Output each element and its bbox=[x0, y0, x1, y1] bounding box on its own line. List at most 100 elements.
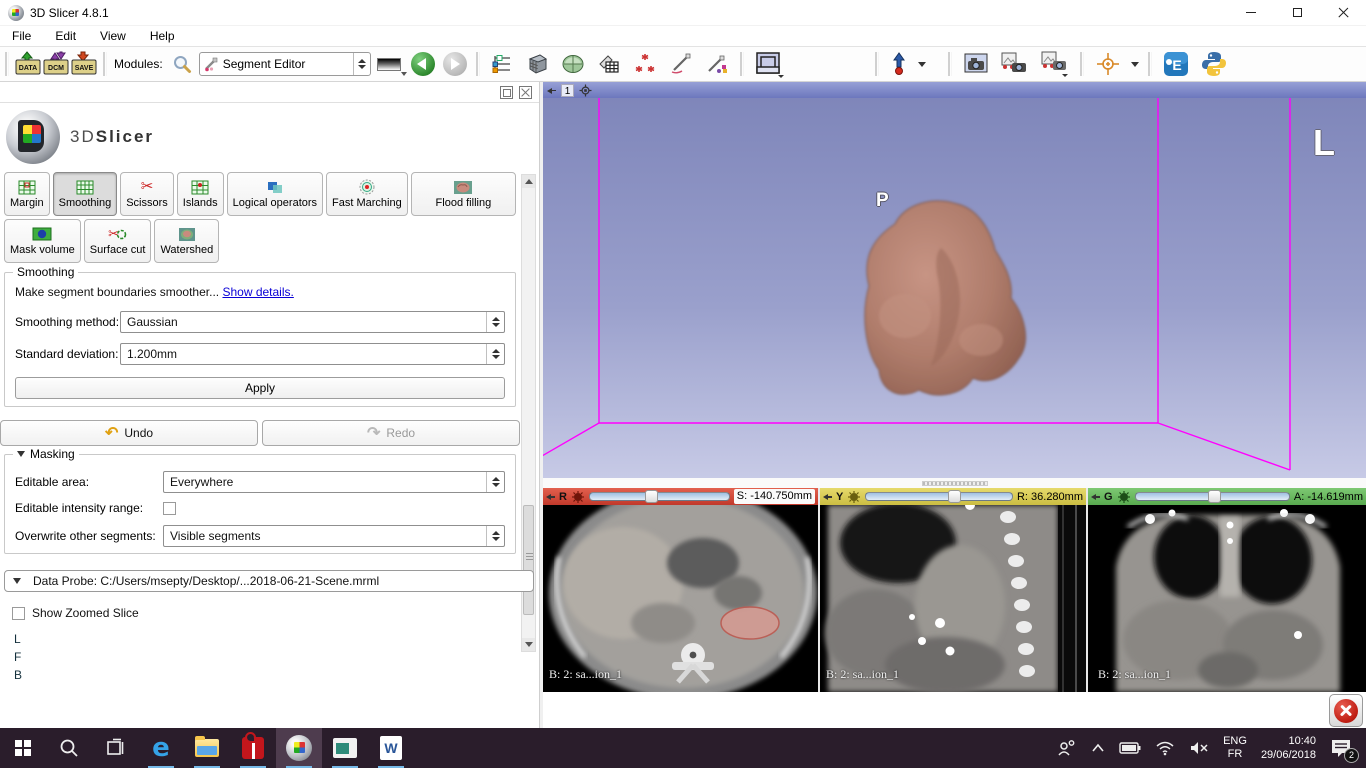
red-slice-controller[interactable]: R S: -140.750mm bbox=[543, 488, 818, 505]
scrollbar-thumb[interactable] bbox=[523, 505, 534, 615]
save-button[interactable]: SAVE bbox=[70, 49, 98, 79]
green-slice-offset-slider[interactable] bbox=[1135, 491, 1290, 502]
standard-deviation-spinbox[interactable]: 1.200mm bbox=[120, 343, 505, 365]
effect-logical-operators-button[interactable]: Logical operators bbox=[227, 172, 323, 216]
module-history-swatch-icon[interactable] bbox=[377, 58, 401, 71]
visibility-eye-icon[interactable] bbox=[571, 491, 585, 503]
module-selector-spinner[interactable] bbox=[353, 53, 370, 75]
taskbar-edge-button[interactable]: e bbox=[138, 728, 184, 768]
threed-view-controller-bar[interactable]: 1 bbox=[543, 82, 1366, 98]
menu-file[interactable]: File bbox=[0, 27, 43, 45]
taskbar-slicer-button[interactable] bbox=[276, 728, 322, 768]
taskbar-word-button[interactable]: W bbox=[368, 728, 414, 768]
slice-view-green[interactable]: G A: -14.619mm bbox=[1088, 488, 1366, 692]
editable-intensity-checkbox[interactable] bbox=[163, 502, 176, 515]
mouse-mode-dropdown-caret[interactable] bbox=[918, 62, 926, 67]
data-probe-header[interactable]: Data Probe: C:/Users/msepty/Desktop/...2… bbox=[4, 570, 534, 592]
taskbar-app-window-button[interactable] bbox=[322, 728, 368, 768]
effect-margin-button[interactable]: Margin bbox=[4, 172, 50, 216]
floating-close-button[interactable] bbox=[1329, 694, 1363, 727]
pin-icon[interactable] bbox=[823, 493, 832, 500]
effect-smoothing-button[interactable]: Smoothing bbox=[53, 172, 118, 216]
taskbar-file-explorer-button[interactable] bbox=[184, 728, 230, 768]
splitter-handle[interactable] bbox=[922, 481, 988, 486]
action-center-button[interactable]: 2 bbox=[1330, 738, 1352, 758]
menu-help[interactable]: Help bbox=[138, 27, 187, 45]
language-indicator[interactable]: ENG FR bbox=[1223, 735, 1247, 761]
minimize-button[interactable] bbox=[1228, 0, 1274, 26]
overwrite-segments-spinner[interactable] bbox=[486, 526, 504, 546]
close-button[interactable] bbox=[1320, 0, 1366, 26]
overwrite-segments-combo[interactable]: Visible segments bbox=[163, 525, 505, 547]
smoothing-method-combo[interactable]: Gaussian bbox=[120, 311, 505, 333]
editable-area-spinner[interactable] bbox=[486, 472, 504, 492]
sagittal-slice-viewport[interactable]: B: 2: sa...ion_1 bbox=[820, 505, 1086, 692]
effect-fast-marching-button[interactable]: Fast Marching bbox=[326, 172, 408, 216]
clock[interactable]: 10:40 29/06/2018 bbox=[1261, 734, 1316, 762]
slice-view-yellow[interactable]: Y R: 36.280mm bbox=[820, 488, 1086, 692]
screenshot-icon[interactable] bbox=[962, 51, 990, 77]
panel-undock-button[interactable] bbox=[500, 86, 513, 99]
masking-group-header[interactable]: Masking bbox=[13, 447, 79, 461]
scene-view-capture-icon[interactable] bbox=[1000, 51, 1030, 77]
volume-muted-icon[interactable] bbox=[1189, 740, 1209, 756]
crosshair-dropdown-caret[interactable] bbox=[1131, 62, 1139, 67]
show-details-link[interactable]: Show details. bbox=[222, 285, 293, 299]
editable-area-combo[interactable]: Everywhere bbox=[163, 471, 505, 493]
extensions-manager-icon[interactable]: E bbox=[1162, 50, 1190, 78]
start-button[interactable] bbox=[0, 728, 46, 768]
view-options-icon[interactable] bbox=[579, 84, 592, 97]
layout-selector-icon[interactable] bbox=[754, 50, 784, 78]
effect-surface-cut-button[interactable]: ✂ Surface cut bbox=[84, 219, 152, 263]
crop-volume-icon[interactable] bbox=[560, 51, 586, 77]
maximize-button[interactable] bbox=[1274, 0, 1320, 26]
redo-button[interactable]: ↷ Redo bbox=[262, 420, 520, 446]
menu-view[interactable]: View bbox=[88, 27, 138, 45]
red-slice-offset-slider[interactable] bbox=[589, 491, 730, 502]
wifi-icon[interactable] bbox=[1155, 740, 1175, 756]
smoothing-method-spinner[interactable] bbox=[486, 312, 504, 332]
slice-view-red[interactable]: R S: -140.750mm bbox=[543, 488, 818, 692]
scene-view-restore-icon[interactable] bbox=[1040, 50, 1070, 78]
battery-icon[interactable] bbox=[1119, 741, 1141, 755]
module-forward-button[interactable] bbox=[443, 52, 467, 76]
panel-close-button[interactable] bbox=[519, 86, 532, 99]
axial-slice-viewport[interactable]: B: 2: sa...ion_1 bbox=[543, 505, 818, 692]
subject-hierarchy-icon[interactable] bbox=[490, 52, 514, 76]
coronal-slice-viewport[interactable]: B: 2: sa...ion_1 bbox=[1088, 505, 1366, 692]
load-data-button[interactable]: DATA bbox=[14, 49, 42, 79]
pin-icon[interactable] bbox=[547, 87, 556, 94]
green-slice-controller[interactable]: G A: -14.619mm bbox=[1088, 488, 1366, 505]
apply-button[interactable]: Apply bbox=[15, 377, 505, 399]
markups-fiducials-icon[interactable] bbox=[632, 51, 658, 77]
module-selector[interactable]: Segment Editor bbox=[199, 52, 371, 76]
standard-deviation-spinner[interactable] bbox=[486, 344, 504, 364]
taskbar-search-button[interactable] bbox=[46, 728, 92, 768]
visibility-eye-icon[interactable] bbox=[1117, 491, 1131, 503]
annotation-ruler-icon[interactable] bbox=[668, 51, 694, 77]
effect-mask-volume-button[interactable]: Mask volume bbox=[4, 219, 81, 263]
module-back-button[interactable] bbox=[411, 52, 435, 76]
effect-watershed-button[interactable]: Watershed bbox=[154, 219, 219, 263]
dicom-button[interactable]: DCM bbox=[42, 49, 70, 79]
pin-icon[interactable] bbox=[546, 493, 555, 500]
threed-view[interactable]: 1 bbox=[543, 82, 1366, 478]
undo-button[interactable]: ↶ Undo bbox=[0, 420, 258, 446]
mouse-mode-icon[interactable] bbox=[889, 51, 909, 77]
effect-islands-button[interactable]: Islands bbox=[177, 172, 224, 216]
module-search-icon[interactable] bbox=[172, 54, 192, 74]
effect-scissors-button[interactable]: ✂ Scissors bbox=[120, 172, 174, 216]
pin-icon[interactable] bbox=[1091, 493, 1100, 500]
yellow-slice-offset-slider[interactable] bbox=[865, 491, 1013, 502]
task-view-button[interactable] bbox=[92, 728, 138, 768]
people-icon[interactable] bbox=[1057, 739, 1077, 757]
show-zoomed-slice-checkbox[interactable] bbox=[12, 607, 25, 620]
crosshair-icon[interactable] bbox=[1094, 50, 1122, 78]
visibility-eye-icon[interactable] bbox=[847, 491, 861, 503]
annotation-pen-icon[interactable] bbox=[704, 51, 730, 77]
tray-expand-chevron-icon[interactable] bbox=[1091, 743, 1105, 753]
python-console-icon[interactable] bbox=[1200, 50, 1228, 78]
view-splitter[interactable] bbox=[543, 478, 1366, 488]
menu-edit[interactable]: Edit bbox=[43, 27, 88, 45]
scroll-up-button[interactable] bbox=[522, 175, 535, 188]
